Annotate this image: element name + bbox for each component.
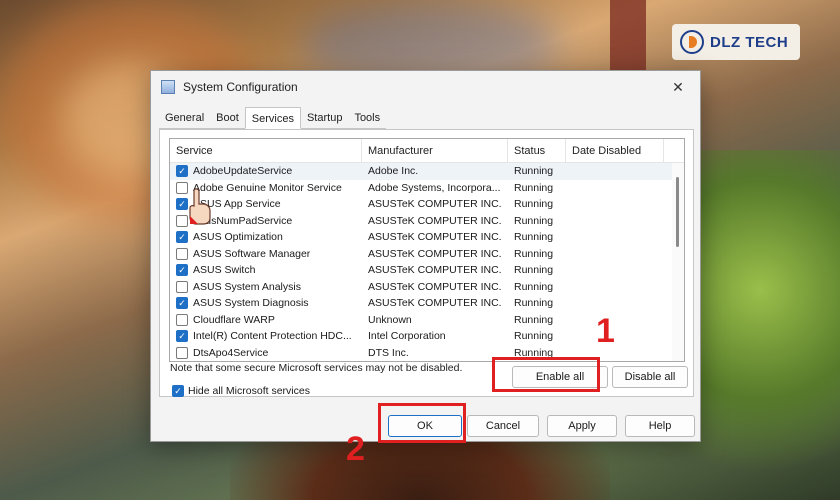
service-status: Running	[514, 280, 554, 293]
service-row[interactable]: ASUS Software Manager ASUSTeK COMPUTER IN…	[170, 246, 684, 263]
scrollbar-thumb[interactable]	[676, 177, 679, 247]
service-cell: ✓ Intel(R) Content Protection HDC...	[170, 330, 362, 343]
service-status: Running	[514, 313, 554, 326]
service-cell: ✓ ASUS System Diagnosis	[170, 297, 362, 310]
service-name: ASUS Software Manager	[193, 247, 311, 260]
service-row[interactable]: Adobe Genuine Monitor Service Adobe Syste…	[170, 180, 684, 197]
service-manufacturer: ASUSTeK COMPUTER INC.	[368, 297, 502, 310]
service-checkbox[interactable]	[176, 280, 188, 293]
service-checkbox[interactable]: ✓	[176, 231, 188, 244]
column-date-disabled[interactable]: Date Disabled	[566, 139, 664, 162]
service-manufacturer: ASUSTeK COMPUTER INC.	[368, 247, 502, 260]
service-manufacturer: ASUSTeK COMPUTER INC.	[368, 198, 502, 211]
msconfig-icon	[161, 80, 175, 94]
service-cell: Cloudflare WARP	[170, 313, 362, 326]
hand-cursor-icon	[189, 188, 211, 225]
service-cell: ✓ ASUS Optimization	[170, 231, 362, 244]
service-row[interactable]: ✓ ASUS System Diagnosis ASUSTeK COMPUTER I…	[170, 295, 684, 312]
service-checkbox[interactable]	[176, 313, 188, 326]
service-manufacturer: Adobe Inc.	[368, 165, 419, 178]
tab-services[interactable]: Services	[244, 107, 301, 129]
service-name: ASUS System Analysis	[193, 280, 301, 293]
service-row[interactable]: ASUS System Analysis ASUSTeK COMPUTER INC…	[170, 279, 684, 296]
background-torii	[610, 0, 646, 80]
hide-microsoft-services-label: Hide all Microsoft services	[188, 385, 310, 397]
vertical-scrollbar[interactable]	[672, 163, 684, 361]
help-button[interactable]: Help	[625, 415, 695, 437]
column-status[interactable]: Status	[508, 139, 566, 162]
service-row[interactable]: AsusNumPadService ASUSTeK COMPUTER INC. Ru…	[170, 213, 684, 230]
service-name: Adobe Genuine Monitor Service	[193, 181, 342, 194]
column-manufacturer[interactable]: Manufacturer	[362, 139, 508, 162]
cancel-button[interactable]: Cancel	[467, 415, 539, 437]
tab-bar: General Boot Services Startup Tools	[159, 107, 387, 129]
service-checkbox[interactable]	[176, 346, 188, 359]
service-manufacturer: ASUSTeK COMPUTER INC.	[368, 214, 502, 227]
service-checkbox[interactable]: ✓	[176, 264, 188, 277]
window-title: System Configuration	[183, 80, 298, 94]
service-status: Running	[514, 247, 554, 260]
tab-general[interactable]: General	[159, 109, 211, 129]
service-cell: DtsApo4Service	[170, 346, 362, 359]
step-2-label: 2	[346, 430, 365, 468]
service-row[interactable]: ✓ ASUS Optimization ASUSTeK COMPUTER INC. R…	[170, 229, 684, 246]
tab-boot[interactable]: Boot	[210, 109, 245, 129]
service-cell: ✓ ASUS Switch	[170, 264, 362, 277]
services-panel: Service Manufacturer Status Date Disable…	[159, 129, 694, 397]
service-status: Running	[514, 165, 554, 178]
column-service[interactable]: Service	[170, 139, 362, 162]
brand-logo: DLZ TECH	[672, 24, 800, 60]
service-name: DtsApo4Service	[193, 346, 269, 359]
service-cell: ✓ AdobeUpdateService	[170, 165, 362, 178]
tab-tools[interactable]: Tools	[348, 109, 387, 129]
service-status: Running	[514, 264, 554, 277]
disable-all-button[interactable]: Disable all	[612, 366, 688, 388]
service-checkbox[interactable]: ✓	[176, 297, 188, 310]
service-name: ASUS Optimization	[193, 231, 283, 244]
apply-button[interactable]: Apply	[547, 415, 617, 437]
service-status: Running	[514, 198, 554, 211]
ok-highlight	[378, 403, 466, 443]
service-manufacturer: Adobe Systems, Incorpora...	[368, 181, 501, 194]
service-cell: ASUS System Analysis	[170, 280, 362, 293]
service-row[interactable]: ✓ ASUS Switch ASUSTeK COMPUTER INC. Running	[170, 262, 684, 279]
service-name: ASUS Switch	[193, 264, 256, 277]
service-manufacturer: Intel Corporation	[368, 330, 446, 343]
service-name: ASUS System Diagnosis	[193, 297, 309, 310]
service-manufacturer: ASUSTeK COMPUTER INC.	[368, 264, 502, 277]
service-checkbox[interactable]: ✓	[176, 165, 188, 178]
title-bar: System Configuration ✕	[151, 71, 700, 103]
service-manufacturer: ASUSTeK COMPUTER INC.	[368, 280, 502, 293]
service-status: Running	[514, 214, 554, 227]
service-manufacturer: ASUSTeK COMPUTER INC.	[368, 231, 502, 244]
service-manufacturer: Unknown	[368, 313, 412, 326]
service-status: Running	[514, 297, 554, 310]
service-row[interactable]: ✓ AdobeUpdateService Adobe Inc. Running	[170, 163, 684, 180]
close-button[interactable]: ✕	[656, 71, 700, 103]
service-row[interactable]: ✓ ASUS App Service ASUSTeK COMPUTER INC. Ru…	[170, 196, 684, 213]
service-status: Running	[514, 330, 554, 343]
tab-startup[interactable]: Startup	[300, 109, 349, 129]
service-status: Running	[514, 231, 554, 244]
enable-all-highlight	[492, 357, 600, 392]
logo-text: DLZ TECH	[710, 33, 789, 51]
service-manufacturer: DTS Inc.	[368, 346, 409, 359]
secure-services-note: Note that some secure Microsoft services…	[170, 362, 463, 374]
service-status: Running	[514, 181, 554, 194]
logo-icon	[680, 30, 704, 54]
list-header: Service Manufacturer Status Date Disable…	[170, 139, 684, 163]
service-cell: ASUS Software Manager	[170, 247, 362, 260]
service-checkbox[interactable]: ✓	[176, 330, 188, 343]
hide-microsoft-services[interactable]: ✓ Hide all Microsoft services	[172, 385, 310, 397]
service-name: AdobeUpdateService	[193, 165, 293, 178]
system-configuration-dialog: System Configuration ✕ General Boot Serv…	[150, 70, 701, 442]
service-name: Cloudflare WARP	[193, 313, 275, 326]
service-name: Intel(R) Content Protection HDC...	[193, 330, 352, 343]
hide-microsoft-services-checkbox[interactable]: ✓	[172, 385, 184, 397]
service-checkbox[interactable]	[176, 247, 188, 260]
step-1-label: 1	[596, 312, 615, 350]
